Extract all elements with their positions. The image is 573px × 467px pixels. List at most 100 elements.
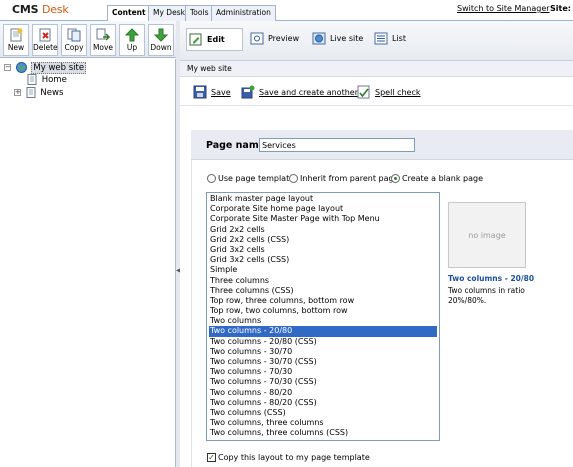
save-button[interactable]: Save (193, 85, 231, 100)
tree-item-label: News (40, 88, 64, 98)
content-toolbar: New Delete Copy Move Up Down (0, 21, 178, 58)
delete-icon (39, 28, 51, 42)
layout-list-item[interactable]: Simple (209, 265, 437, 275)
radio-icon[interactable] (289, 174, 298, 183)
tree-item-label: My web site (31, 62, 87, 74)
logo-sub: Desk (41, 3, 69, 16)
tree-item-my-web-site[interactable]: − My web site (4, 62, 87, 74)
preview-mode-button[interactable]: Preview (248, 28, 299, 51)
site-label: Site: (550, 4, 571, 13)
list-mode-label: List (392, 34, 406, 43)
layout-list-item[interactable]: Two columns - 30/70 (209, 347, 437, 357)
layout-list-item[interactable]: Corporate Site Master Page with Top Menu (209, 214, 437, 224)
inherit-from-parent-option[interactable]: Inherit from parent page (289, 174, 399, 184)
save-and-create-another-button[interactable]: Save and create another (241, 85, 358, 100)
expand-icon[interactable]: + (14, 89, 21, 96)
copy-button[interactable]: Copy (61, 24, 87, 56)
layout-list-item[interactable]: Two columns - 80/20 (209, 388, 437, 398)
save-label: Save (211, 88, 231, 97)
move-button-label: Move (92, 43, 114, 52)
tree-item-news[interactable]: + News (14, 87, 63, 99)
tab-my-desk[interactable]: My Desk (148, 5, 190, 21)
live-site-icon (312, 32, 326, 45)
up-button-label: Up (126, 43, 138, 52)
logo-main: CMS (12, 3, 39, 16)
option-label: Inherit from parent page (300, 174, 399, 183)
edit-actions-bar: Save Save and create another Spell check (180, 78, 573, 106)
layout-list[interactable]: Blank master page layout Corporate Site h… (206, 192, 440, 441)
layout-list-item[interactable]: Grid 2x2 cells (209, 225, 437, 235)
list-mode-button[interactable]: List (372, 28, 406, 51)
layout-preview-image: no image (448, 202, 526, 268)
page-name-input[interactable] (259, 138, 415, 152)
arrow-up-icon (124, 28, 140, 42)
layout-list-item[interactable]: Top row, three columns, bottom row (209, 296, 437, 306)
down-button-label: Down (150, 43, 172, 52)
layout-list-item[interactable]: Grid 2x2 cells (CSS) (209, 235, 437, 245)
globe-icon (15, 62, 27, 73)
delete-button-label: Delete (33, 43, 58, 52)
move-icon (96, 28, 111, 41)
layout-list-item[interactable]: Three columns (209, 276, 437, 286)
new-button-label: New (7, 43, 25, 52)
layout-list-item[interactable]: Two columns - 70/30 (CSS) (209, 377, 437, 387)
option-label: Create a blank page (402, 174, 483, 183)
edit-mode-label: Edit (207, 35, 225, 44)
tree-item-home[interactable]: Home (25, 74, 67, 86)
edit-icon (189, 33, 202, 46)
layout-list-item[interactable]: Two columns - 70/30 (209, 367, 437, 377)
down-button[interactable]: Down (148, 24, 174, 56)
page-icon (26, 87, 36, 98)
live-site-mode-button[interactable]: Live site (310, 28, 363, 51)
app-logo: CMS Desk (12, 3, 69, 16)
copy-button-label: Copy (64, 43, 84, 52)
layout-list-item[interactable]: Two columns (209, 316, 437, 326)
no-image-placeholder: no image (468, 231, 506, 240)
layout-list-item[interactable]: Grid 3x2 cells (CSS) (209, 255, 437, 265)
layout-list-item[interactable]: Grid 3x2 cells (209, 245, 437, 255)
layout-list-item[interactable]: Two columns (CSS) (209, 408, 437, 418)
layout-list-item[interactable]: Three columns (CSS) (209, 286, 437, 296)
list-icon (374, 32, 388, 45)
tab-tools[interactable]: Tools (185, 5, 214, 21)
use-page-template-option[interactable]: Use page template (207, 174, 294, 184)
layout-list-item[interactable]: Corporate Site home page layout (209, 204, 437, 214)
delete-button[interactable]: Delete (32, 24, 58, 56)
arrow-down-icon (153, 28, 169, 42)
collapse-icon[interactable]: − (4, 64, 11, 71)
layout-preview-title: Two columns - 20/80 (448, 274, 535, 283)
layout-list-item[interactable]: Two columns - 30/70 (CSS) (209, 357, 437, 367)
layout-list-item[interactable]: Two columns, three columns (209, 418, 437, 428)
spell-check-label: Spell check (375, 88, 421, 97)
checkbox-checked-icon[interactable]: ✓ (207, 453, 216, 462)
layout-list-item[interactable]: Two columns - 80/20 (CSS) (209, 398, 437, 408)
edit-mode-button[interactable]: Edit (186, 28, 243, 51)
option-label: Use page template (218, 174, 295, 183)
copy-layout-option[interactable]: ✓ Copy this layout to my page template (207, 453, 370, 463)
layout-preview-description: Two columns in ratio 20%/80%. (448, 286, 525, 305)
layout-list-item[interactable]: Two columns - 20/80 (CSS) (209, 337, 437, 347)
spell-check-button[interactable]: Spell check (357, 85, 421, 100)
save-and-new-icon (241, 85, 255, 99)
up-button[interactable]: Up (119, 24, 145, 56)
content-tree: − My web site Home + News (0, 59, 176, 467)
live-site-mode-label: Live site (330, 34, 364, 43)
view-mode-bar: Edit Preview Live site List (180, 21, 573, 61)
new-button[interactable]: New (3, 24, 29, 56)
create-blank-page-option[interactable]: Create a blank page (391, 174, 483, 184)
new-page-icon (10, 28, 23, 42)
move-button[interactable]: Move (90, 24, 116, 56)
copy-layout-label: Copy this layout to my page template (218, 453, 370, 462)
radio-selected-icon[interactable] (391, 174, 400, 183)
page-icon (27, 74, 37, 85)
tab-content[interactable]: Content (107, 5, 151, 22)
radio-icon[interactable] (207, 174, 216, 183)
tree-item-label: Home (41, 75, 67, 85)
layout-list-item[interactable]: Two columns, three columns (CSS) (209, 428, 437, 438)
save-icon (193, 85, 207, 99)
layout-list-item[interactable]: Blank master page layout (209, 194, 437, 204)
layout-list-item[interactable]: Two columns - 20/80 (209, 326, 437, 337)
tab-administration[interactable]: Administration (211, 5, 276, 21)
layout-list-item[interactable]: Top row, two columns, bottom row (209, 306, 437, 316)
switch-to-site-manager-link[interactable]: Switch to Site Manager (457, 4, 550, 13)
